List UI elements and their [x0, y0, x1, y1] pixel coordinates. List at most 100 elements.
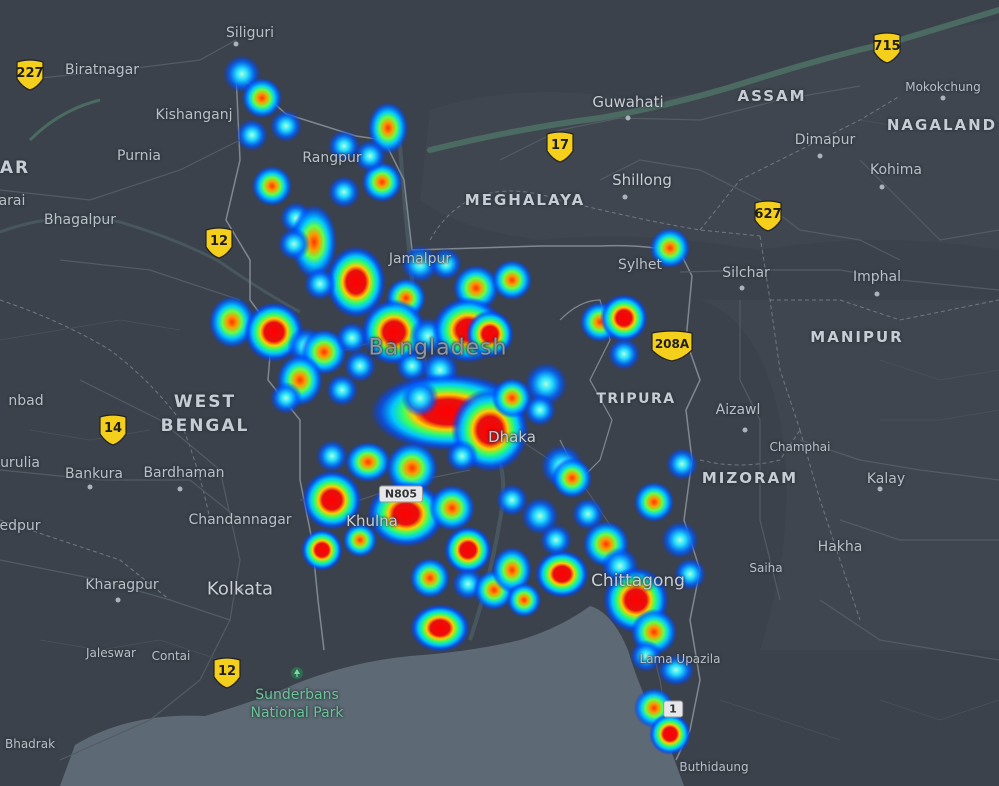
place-label: Silchar [722, 265, 770, 281]
place-label: Bankura [65, 466, 123, 482]
place-label: Khulna [346, 512, 398, 530]
heat-spot [649, 713, 691, 755]
heat-spot [241, 77, 283, 119]
place-label: arai [0, 193, 26, 209]
highway-shield-label: 14 [103, 421, 123, 436]
city-dot [874, 291, 880, 297]
heat-spot [303, 267, 337, 301]
heat-spot [665, 447, 699, 481]
heat-spot [269, 109, 303, 143]
heat-spot [277, 227, 311, 261]
highway-shield: 227 [15, 59, 45, 91]
city-dot [742, 427, 748, 433]
highway-shield: 627 [753, 200, 783, 232]
place-label: Siliguri [226, 25, 274, 41]
place-label: Bardhaman [143, 465, 225, 481]
park-label: Sunderbans National Park [250, 686, 343, 722]
place-label: edpur [0, 518, 41, 534]
place-label: Dhaka [488, 428, 536, 446]
region-label: WEST [173, 392, 237, 412]
place-label: Mokokchung [905, 80, 981, 94]
city-dot [87, 484, 93, 490]
region-label: BENGAL [160, 416, 250, 436]
region-label: MANIPUR [810, 328, 904, 346]
heat-spot [269, 381, 303, 415]
place-label: Buthidaung [679, 760, 749, 774]
heat-spot [327, 175, 361, 209]
place-label: Purnia [117, 148, 161, 164]
heat-spot [491, 259, 533, 301]
highway-shield-label: 12 [217, 664, 237, 679]
highway-shield: 14 [98, 414, 128, 446]
region-label: TRIPURA [596, 391, 676, 407]
place-label: Jaleswar [86, 646, 136, 660]
heat-spot [410, 604, 470, 652]
park-label-line1: Sunderbans [255, 687, 339, 703]
highway-shield-label: 715 [873, 39, 901, 54]
place-label: Sylhet [617, 257, 663, 273]
region-label: MIZORAM [701, 469, 799, 487]
heat-spot [661, 521, 699, 559]
city-dot [233, 41, 239, 47]
place-label: Kishanganj [155, 107, 233, 123]
place-label: nbad [8, 393, 44, 409]
city-dot [622, 194, 628, 200]
place-label: Bhagalpur [44, 212, 116, 228]
road-badge: N805 [378, 485, 424, 503]
region-label: ASSAM [737, 87, 807, 105]
place-label: Champhai [769, 440, 831, 454]
place-label: Kalay [866, 471, 906, 487]
place-label: Kolkata [206, 578, 274, 600]
highway-shield: 17 [545, 131, 575, 163]
highway-shield-label: 12 [209, 234, 229, 249]
heat-spot [523, 393, 557, 427]
heat-spot [607, 337, 641, 371]
place-label: urulia [0, 455, 40, 471]
city-dot [817, 153, 823, 159]
highway-shield: 208A [650, 330, 694, 362]
region-label: MEGHALAYA [464, 191, 586, 209]
region-label: NAGALAND [886, 116, 998, 134]
highway-shield-label: 208A [654, 337, 690, 351]
city-dot [739, 285, 745, 291]
map-view[interactable]: Siliguri Biratnagar Kishanganj Purnia Bh… [0, 0, 999, 786]
place-label: Contai [151, 649, 191, 663]
heat-spot [444, 526, 492, 574]
place-label: Kharagpur [85, 577, 159, 593]
place-label: Lama Upazila [639, 652, 721, 666]
park-label-line2: National Park [250, 705, 344, 721]
heat-spot [251, 165, 293, 207]
place-label: Jamalpur [388, 251, 452, 267]
place-label: Rangpur [302, 150, 362, 166]
heat-spot [600, 294, 648, 342]
heat-spot [401, 379, 439, 417]
region-label: AR [0, 158, 31, 178]
heat-spot [409, 557, 451, 599]
park-icon [291, 667, 303, 679]
city-dot [177, 486, 183, 492]
city-dot [879, 184, 885, 190]
highway-shield-label: 17 [550, 138, 570, 153]
heat-spot [344, 441, 392, 483]
place-label: Saiha [749, 561, 783, 575]
city-dot [625, 115, 631, 121]
heat-spot [445, 439, 479, 473]
place-label: Chittagong [591, 571, 685, 591]
heat-spot [506, 582, 542, 618]
country-label: Bangladesh [368, 335, 508, 361]
heat-spot [633, 481, 675, 523]
heat-spot [428, 484, 476, 532]
place-label: Hakha [817, 539, 863, 555]
place-label: Aizawl [715, 402, 761, 418]
highway-shield: 715 [872, 32, 902, 64]
city-dot [115, 597, 121, 603]
heatmap-layer [208, 55, 707, 755]
heat-spot [551, 457, 593, 499]
city-dot [940, 95, 946, 101]
road-badge: 1 [663, 700, 683, 718]
place-label: Imphal [853, 269, 901, 285]
highway-shield-label: 627 [754, 207, 782, 222]
heat-spot [235, 118, 269, 152]
city-dot [877, 486, 883, 492]
place-label: Bhadrak [4, 737, 56, 751]
